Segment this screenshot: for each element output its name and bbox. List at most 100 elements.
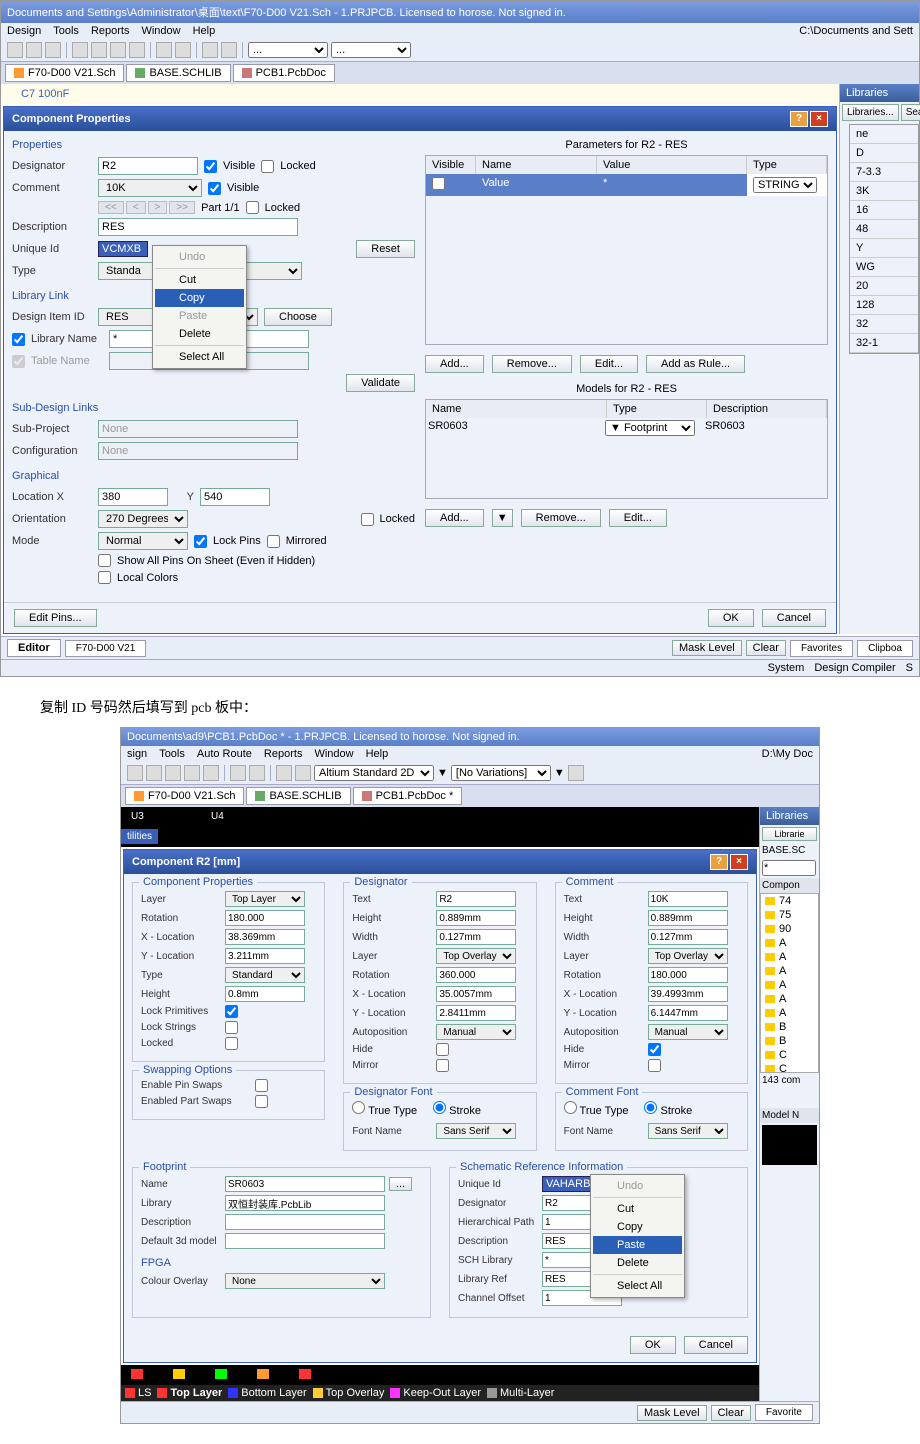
- tb-icon[interactable]: [295, 765, 311, 781]
- mask-level-2[interactable]: Mask Level: [637, 1405, 707, 1421]
- build-icon[interactable]: [202, 42, 218, 58]
- params-remove-button[interactable]: Remove...: [492, 355, 572, 373]
- d-layer-select[interactable]: Top Overlay: [436, 948, 516, 964]
- clear-button[interactable]: Clear: [746, 640, 786, 656]
- locy-input[interactable]: [200, 488, 270, 506]
- menu2-tools[interactable]: Tools: [159, 748, 185, 760]
- localcolors-check[interactable]: [98, 571, 111, 584]
- undo-icon[interactable]: [230, 765, 246, 781]
- params-table[interactable]: Visible Name Value Type Value * STRING: [425, 155, 828, 345]
- ctx-delete[interactable]: Delete: [155, 325, 244, 343]
- tab2-pcb[interactable]: PCB1.PcbDoc *: [353, 787, 463, 805]
- filter-input[interactable]: [762, 860, 816, 876]
- validate-button[interactable]: Validate: [346, 374, 415, 392]
- tab2-sch[interactable]: F70-D00 V21.Sch: [125, 787, 244, 805]
- component-list[interactable]: 74 75 90 A A A A A A B B C C C C C: [760, 893, 819, 1073]
- yloc-input[interactable]: [225, 948, 305, 964]
- c-stroke-radio[interactable]: [644, 1101, 657, 1114]
- sr-uid-input[interactable]: VAHARB: [542, 1176, 592, 1192]
- editor-file[interactable]: F70-D00 V21: [65, 640, 146, 657]
- c-truetype-radio[interactable]: [564, 1101, 577, 1114]
- orientation-select[interactable]: 270 Degrees: [98, 510, 188, 528]
- designator-input[interactable]: [98, 157, 198, 175]
- status-system[interactable]: System: [768, 662, 805, 674]
- ok-button[interactable]: OK: [708, 609, 754, 627]
- mode-select[interactable]: Normal: [98, 532, 188, 550]
- menu-design[interactable]: Design: [7, 25, 41, 37]
- params-addrule-button[interactable]: Add as Rule...: [646, 355, 745, 373]
- ctx-undo[interactable]: Undo: [155, 248, 244, 266]
- ctx-paste[interactable]: Paste: [155, 307, 244, 325]
- tb-icon[interactable]: [127, 765, 143, 781]
- status-s[interactable]: S: [906, 662, 913, 674]
- type-select-2[interactable]: Standard: [225, 967, 305, 983]
- models-add-dropdown[interactable]: ▼: [492, 509, 513, 527]
- c-height-input[interactable]: [648, 910, 728, 926]
- c-text-input[interactable]: [648, 891, 728, 907]
- fp-browse-button[interactable]: ...: [389, 1177, 412, 1191]
- library-name-check[interactable]: [12, 333, 25, 346]
- locx-input[interactable]: [98, 488, 168, 506]
- params-row[interactable]: Value * STRING: [426, 174, 827, 196]
- redo-icon[interactable]: [175, 42, 191, 58]
- editor-tab[interactable]: Editor: [7, 639, 61, 657]
- redo-icon[interactable]: [249, 765, 265, 781]
- orientation-locked-check[interactable]: [361, 513, 374, 526]
- tb-icon[interactable]: [568, 765, 584, 781]
- menu2-autoroute[interactable]: Auto Route: [197, 748, 252, 760]
- fp-lib-input[interactable]: [225, 1195, 385, 1211]
- d-hide-check[interactable]: [436, 1043, 449, 1056]
- ctx2-paste[interactable]: Paste: [593, 1236, 682, 1254]
- d-stroke-radio[interactable]: [433, 1101, 446, 1114]
- d-font-select[interactable]: Sans Serif: [436, 1123, 516, 1139]
- menu-window[interactable]: Window: [141, 25, 180, 37]
- ctx-selectall[interactable]: Select All: [155, 348, 244, 366]
- layer-overlay[interactable]: Top Overlay: [313, 1387, 385, 1399]
- menu-help[interactable]: Help: [193, 25, 216, 37]
- ctx-copy[interactable]: Copy: [155, 289, 244, 307]
- d-autopos-select[interactable]: Manual: [436, 1024, 516, 1040]
- part-locked-check[interactable]: [246, 201, 259, 214]
- tab2-lib[interactable]: BASE.SCHLIB: [246, 787, 350, 805]
- search-button[interactable]: Searc: [901, 104, 920, 121]
- tb-icon[interactable]: [203, 765, 219, 781]
- coloroverlay-select[interactable]: None: [225, 1273, 385, 1289]
- tool-icon[interactable]: [110, 42, 126, 58]
- mirrored-check[interactable]: [267, 535, 280, 548]
- ctx2-cut[interactable]: Cut: [593, 1200, 682, 1218]
- ctx2-copy[interactable]: Copy: [593, 1218, 682, 1236]
- fp-name-input[interactable]: [225, 1176, 385, 1192]
- ctx-cut[interactable]: Cut: [155, 271, 244, 289]
- designator-visible-check[interactable]: [204, 160, 217, 173]
- lockprim-check[interactable]: [225, 1005, 238, 1018]
- menu2-help[interactable]: Help: [366, 748, 389, 760]
- layer-bottom[interactable]: Bottom Layer: [228, 1387, 306, 1399]
- fp-desc-input[interactable]: [225, 1214, 385, 1230]
- layer-multi[interactable]: Multi-Layer: [487, 1387, 554, 1399]
- c-mirror-check[interactable]: [648, 1059, 661, 1072]
- models-edit-button[interactable]: Edit...: [609, 509, 667, 527]
- pcb-canvas[interactable]: U3 U4 tilities: [121, 807, 759, 847]
- models-remove-button[interactable]: Remove...: [521, 509, 601, 527]
- partswaps-check[interactable]: [255, 1095, 268, 1108]
- status-compiler[interactable]: Design Compiler: [814, 662, 895, 674]
- uniqueid-input[interactable]: VCMXB: [98, 241, 148, 257]
- designator-locked-check[interactable]: [261, 160, 274, 173]
- clipboard-tab[interactable]: Clipboa: [857, 640, 913, 657]
- comment-select[interactable]: 10K: [98, 179, 202, 197]
- help-icon[interactable]: ?: [710, 854, 728, 870]
- editpins-button[interactable]: Edit Pins...: [14, 609, 97, 627]
- mask-level-button[interactable]: Mask Level: [672, 640, 742, 656]
- cut-icon[interactable]: [7, 42, 23, 58]
- combo1[interactable]: ...: [248, 42, 328, 58]
- tb-icon[interactable]: [165, 765, 181, 781]
- tab-pcb[interactable]: PCB1.PcbDoc: [233, 64, 335, 82]
- cancel-button-2[interactable]: Cancel: [684, 1336, 748, 1354]
- run-icon[interactable]: [221, 42, 237, 58]
- reset-button[interactable]: Reset: [356, 240, 415, 258]
- undo-icon[interactable]: [156, 42, 172, 58]
- d-y-input[interactable]: [436, 1005, 516, 1021]
- d-height-input[interactable]: [436, 910, 516, 926]
- d-truetype-radio[interactable]: [352, 1101, 365, 1114]
- layer-ls[interactable]: LS: [125, 1387, 151, 1399]
